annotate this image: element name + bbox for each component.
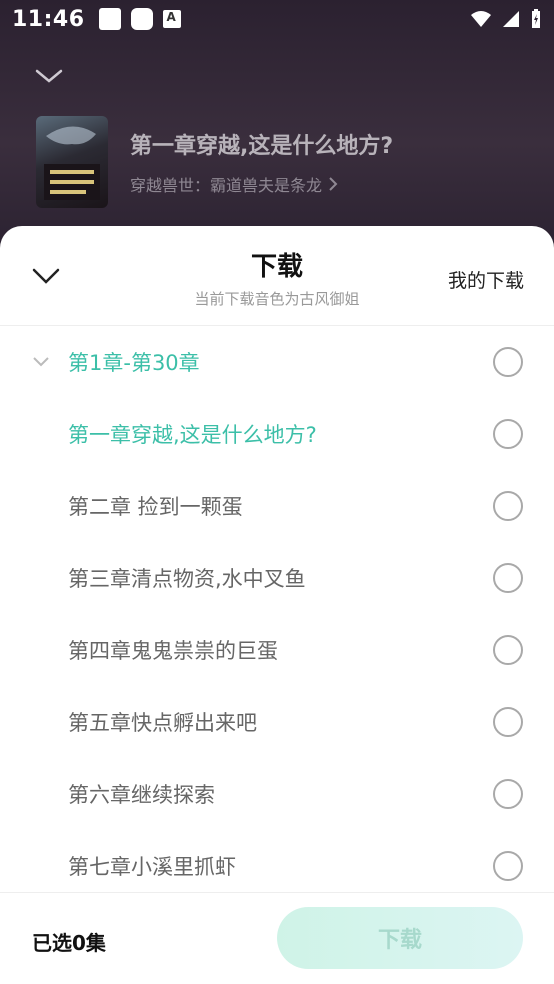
chapter-row[interactable]: 第二章 捡到一颗蛋 xyxy=(0,470,554,542)
chapter-row[interactable]: 第七章小溪里抓虾 xyxy=(0,830,554,892)
keyboard-a-icon xyxy=(162,10,181,28)
cell-signal-icon xyxy=(503,11,519,27)
chapter-list[interactable]: 第1章-第30章 第一章穿越,这是什么地方? 第二章 捡到一颗蛋 第三章清点物资… xyxy=(0,326,554,892)
chapter-label: 第六章继续探索 xyxy=(68,783,215,807)
select-chapter-radio[interactable] xyxy=(493,707,523,737)
notification-rounded-icon xyxy=(130,8,153,30)
battery-charging-icon xyxy=(532,9,540,28)
chapter-row[interactable]: 第一章穿越,这是什么地方? xyxy=(0,398,554,470)
now-playing-book: 穿越兽世：霸道兽夫是条龙 xyxy=(130,176,323,195)
book-cover-art xyxy=(44,126,100,200)
select-chapter-radio[interactable] xyxy=(493,419,523,449)
status-bar: 11:46 xyxy=(0,0,554,38)
select-chapter-radio[interactable] xyxy=(493,779,523,809)
chapter-group-label: 第1章-第30章 xyxy=(68,351,200,375)
chapter-label: 第三章清点物资,水中叉鱼 xyxy=(68,567,306,591)
my-downloads-link[interactable]: 我的下载 xyxy=(448,266,524,293)
notification-square-icon xyxy=(98,8,121,30)
select-chapter-radio[interactable] xyxy=(493,491,523,521)
selected-count: 已选0集 xyxy=(32,931,106,955)
chapter-label: 第五章快点孵出来吧 xyxy=(68,711,257,735)
chapter-row[interactable]: 第三章清点物资,水中叉鱼 xyxy=(0,542,554,614)
chapter-group-row[interactable]: 第1章-第30章 xyxy=(0,326,554,398)
wifi-icon xyxy=(471,11,491,27)
chapter-row[interactable]: 第六章继续探索 xyxy=(0,758,554,830)
chapter-label: 第七章小溪里抓虾 xyxy=(68,855,236,879)
select-chapter-radio[interactable] xyxy=(493,851,523,881)
chapter-label: 第二章 捡到一颗蛋 xyxy=(68,495,243,519)
chevron-right-icon xyxy=(329,177,338,191)
download-sheet: 下载 当前下载音色为古风御姐 我的下载 第1章-第30章 第一章穿越,这是什么地… xyxy=(0,226,554,984)
select-group-radio[interactable] xyxy=(493,347,523,377)
now-playing-title: 第一章穿越,这是什么地方? xyxy=(130,134,394,159)
status-time: 11:46 xyxy=(12,6,85,32)
now-playing-header[interactable]: 第一章穿越,这是什么地方? 穿越兽世：霸道兽夫是条龙 xyxy=(36,116,393,208)
chevron-down-icon[interactable] xyxy=(32,356,50,368)
book-cover xyxy=(36,116,108,208)
chapter-label: 第一章穿越,这是什么地方? xyxy=(68,423,317,447)
chapter-row[interactable]: 第五章快点孵出来吧 xyxy=(0,686,554,758)
chapter-row[interactable]: 第四章鬼鬼祟祟的巨蛋 xyxy=(0,614,554,686)
select-chapter-radio[interactable] xyxy=(493,635,523,665)
collapse-player-chevron-icon[interactable] xyxy=(34,64,64,88)
download-button[interactable]: 下载 xyxy=(277,907,523,969)
sheet-header: 下载 当前下载音色为古风御姐 我的下载 xyxy=(0,226,554,326)
select-chapter-radio[interactable] xyxy=(493,563,523,593)
bottom-bar: 已选0集 下载 xyxy=(0,892,554,984)
chapter-label: 第四章鬼鬼祟祟的巨蛋 xyxy=(68,639,278,663)
